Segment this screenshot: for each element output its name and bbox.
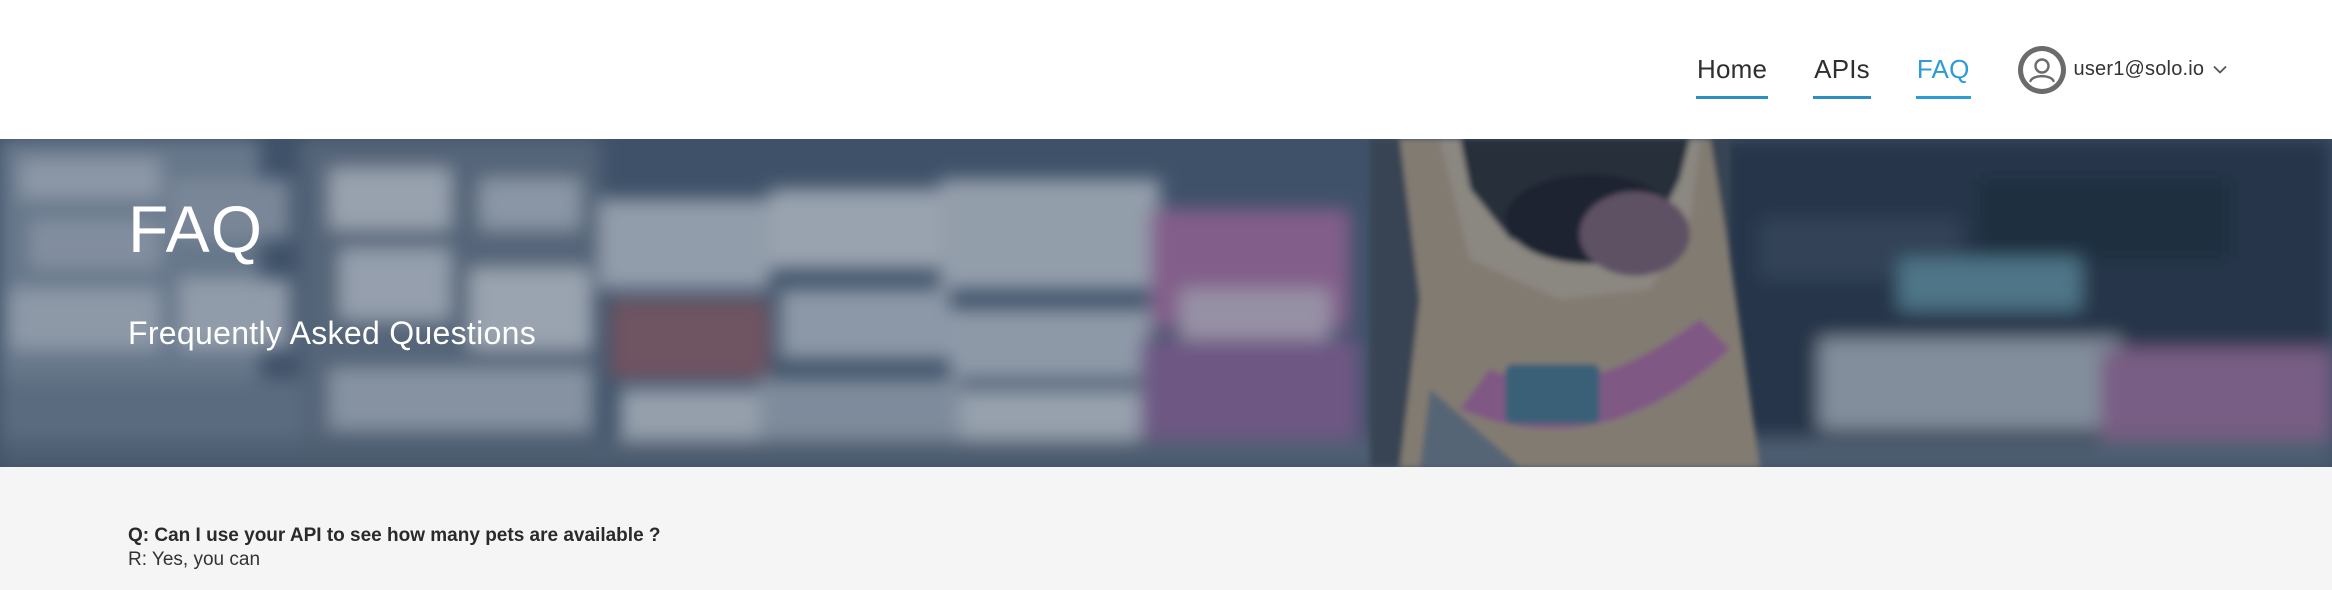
hero-overlay	[0, 139, 2332, 467]
faq-question: Q: Can I use your API to see how many pe…	[128, 525, 661, 546]
nav-link-apis[interactable]: APIs	[1813, 54, 1871, 99]
page-title: FAQ	[128, 192, 264, 266]
main-nav: Home APIs FAQ user1@solo.io	[1696, 0, 2228, 139]
hero-banner: FAQ Frequently Asked Questions	[0, 139, 2332, 467]
nav-link-home[interactable]: Home	[1696, 54, 1769, 99]
chevron-down-icon	[2212, 62, 2228, 78]
faq-content: Q: Can I use your API to see how many pe…	[0, 467, 2332, 590]
nav-link-faq[interactable]: FAQ	[1915, 54, 1971, 99]
user-circle-icon	[2017, 45, 2066, 94]
faq-answer: R: Yes, you can	[128, 549, 261, 570]
user-menu[interactable]: user1@solo.io	[2017, 45, 2229, 94]
page-subtitle: Frequently Asked Questions	[128, 315, 537, 351]
top-navigation-bar: Home APIs FAQ user1@solo.io	[0, 0, 2332, 139]
user-email: user1@solo.io	[2073, 58, 2205, 80]
faq-item: Q: Can I use your API to see how many pe…	[128, 524, 661, 572]
